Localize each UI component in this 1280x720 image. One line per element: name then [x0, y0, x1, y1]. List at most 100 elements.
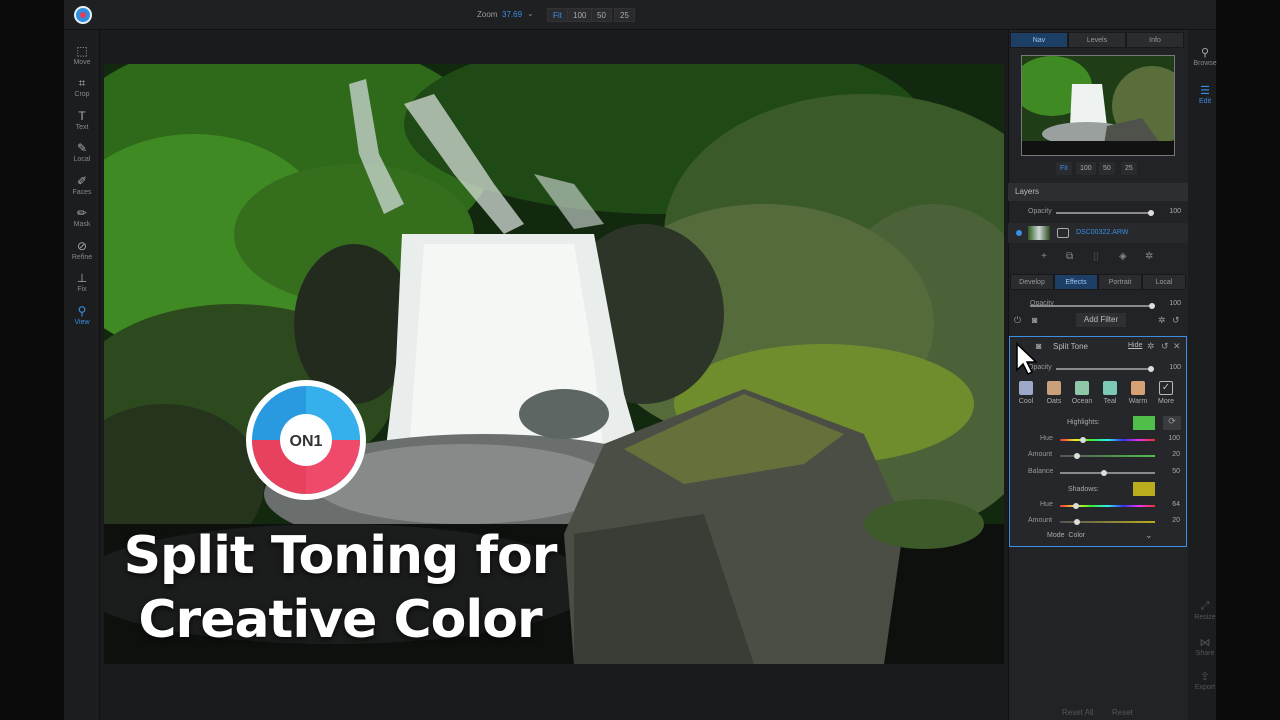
tool-local[interactable]: ✎ Local	[64, 141, 100, 163]
effects-opacity-value[interactable]: 100	[1159, 300, 1181, 307]
layer-name[interactable]: DSC00322.ARW	[1076, 229, 1128, 236]
zoom-25-button[interactable]: 25	[614, 8, 635, 22]
tool-fix[interactable]: ⊥ Fix	[64, 271, 100, 293]
split-tone-settings-icon[interactable]: ✲	[1147, 341, 1155, 352]
power-icon[interactable]: ⏻	[1014, 315, 1021, 326]
tool-faces[interactable]: ✐ Faces	[64, 174, 100, 196]
preset-label: More	[1158, 398, 1174, 405]
nav-zoom-50[interactable]: 50	[1099, 162, 1115, 175]
duplicate-layer-icon[interactable]: ⧉	[1066, 251, 1073, 262]
tool-label: Crop	[74, 91, 90, 98]
zoom-100-button[interactable]: 100	[567, 8, 593, 22]
tool-refine[interactable]: ⊘ Refine	[64, 239, 100, 261]
tab-portrait[interactable]: Portrait	[1098, 274, 1142, 290]
zoom-fit-button[interactable]: Fit	[547, 8, 568, 22]
balance-value[interactable]: 50	[1158, 468, 1180, 475]
split-opacity-value[interactable]: 100	[1159, 364, 1181, 371]
split-opacity-slider[interactable]	[1056, 368, 1151, 370]
effects-opacity-knob[interactable]	[1149, 303, 1155, 309]
stack-layers-icon[interactable]: ◈	[1119, 251, 1127, 262]
layer-mask-icon[interactable]	[1057, 228, 1069, 238]
filter-reset-icon[interactable]: ↺	[1172, 315, 1180, 326]
balance-slider[interactable]	[1060, 472, 1155, 474]
highlight-amount-knob[interactable]	[1074, 453, 1080, 459]
faces-icon: ✐	[76, 174, 88, 188]
on1-app-icon[interactable]	[74, 6, 92, 24]
highlight-hue-label: Hue	[1040, 435, 1053, 442]
nav-zoom-100[interactable]: 100	[1076, 162, 1096, 175]
tab-levels[interactable]: Levels	[1068, 32, 1126, 48]
tool-crop[interactable]: ⌗ Crop	[64, 76, 100, 98]
module-browse[interactable]: ⚲ Browse	[1188, 46, 1222, 67]
chevron-down-icon[interactable]: ⌄	[1145, 530, 1153, 541]
layer-visibility-dot[interactable]	[1016, 230, 1022, 236]
tab-effects[interactable]: Effects	[1054, 274, 1098, 290]
module-edit[interactable]: ☰ Edit	[1188, 84, 1222, 105]
shadow-hue-value[interactable]: 64	[1158, 501, 1180, 508]
tool-view[interactable]: ⚲ View	[64, 304, 100, 326]
shadow-amount-value[interactable]: 20	[1158, 517, 1180, 524]
highlight-amount-value[interactable]: 20	[1158, 451, 1180, 458]
preset-swatch	[1075, 381, 1089, 395]
add-filter-button[interactable]: Add Filter	[1076, 313, 1126, 327]
nav-zoom-25[interactable]: 25	[1121, 162, 1137, 175]
more-presets-icon: ✓	[1159, 381, 1173, 395]
tool-label: Refine	[71, 254, 93, 261]
delete-layer-icon[interactable]: ▯	[1093, 251, 1099, 262]
preset-ocean[interactable]: Ocean	[1070, 381, 1094, 405]
tab-develop[interactable]: Develop	[1010, 274, 1054, 290]
highlight-hue-slider[interactable]	[1060, 439, 1155, 441]
preset-label: Warm	[1128, 398, 1148, 405]
reset-all-button[interactable]: Reset All	[1062, 708, 1094, 717]
navigator-thumbnail[interactable]	[1021, 55, 1175, 156]
preset-label: Oats	[1046, 398, 1062, 405]
balance-knob[interactable]	[1101, 470, 1107, 476]
preset-warm[interactable]: Warm	[1126, 381, 1150, 405]
hide-button[interactable]: Hide	[1128, 342, 1142, 349]
highlight-amount-label: Amount	[1028, 451, 1053, 458]
preset-oats[interactable]: Oats	[1042, 381, 1066, 405]
split-opacity-knob[interactable]	[1148, 366, 1154, 372]
tab-info[interactable]: Info	[1126, 32, 1184, 48]
effects-opacity-slider[interactable]	[1030, 305, 1152, 307]
add-layer-icon[interactable]: +	[1041, 251, 1047, 262]
zoom-value[interactable]: 37.69	[502, 10, 522, 19]
preset-teal[interactable]: Teal	[1098, 381, 1122, 405]
reset-button[interactable]: Reset	[1112, 708, 1133, 717]
mode-select[interactable]: Mode Color	[1047, 532, 1085, 539]
shadow-amount-label: Amount	[1028, 517, 1053, 524]
tab-nav[interactable]: Nav	[1010, 32, 1068, 48]
zoom-50-button[interactable]: 50	[591, 8, 612, 22]
preset-label: Ocean	[1071, 398, 1093, 405]
tool-mask[interactable]: ✏ Mask	[64, 206, 100, 228]
tool-move[interactable]: ⬚ Move	[64, 44, 100, 66]
module-share[interactable]: ⋈ Share	[1188, 636, 1222, 657]
shadow-amount-knob[interactable]	[1074, 519, 1080, 525]
mask-toggle-icon[interactable]: ◙	[1032, 315, 1037, 325]
split-tone-reset-icon[interactable]: ↺	[1161, 341, 1169, 352]
tool-text[interactable]: T Text	[64, 109, 100, 131]
shadow-hue-knob[interactable]	[1073, 503, 1079, 509]
layer-settings-icon[interactable]: ✲	[1145, 251, 1153, 262]
highlights-color-chip[interactable]	[1133, 416, 1155, 430]
layer-opacity-value[interactable]: 100	[1159, 208, 1181, 215]
preset-cool[interactable]: Cool	[1014, 381, 1038, 405]
tool-label: Text	[75, 124, 89, 131]
nav-zoom-fit[interactable]: Fit	[1056, 162, 1072, 175]
module-resize[interactable]: ⤢ Resize	[1188, 600, 1222, 621]
filter-settings-icon[interactable]: ✲	[1158, 315, 1166, 326]
tab-local[interactable]: Local	[1142, 274, 1186, 290]
layer-opacity-knob[interactable]	[1148, 210, 1154, 216]
highlight-hue-value[interactable]: 100	[1158, 435, 1180, 442]
module-export[interactable]: ⇪ Export	[1188, 670, 1222, 691]
swap-colors-icon[interactable]: ⟳	[1163, 416, 1181, 430]
preset-more[interactable]: ✓ More	[1154, 381, 1178, 405]
preset-swatch	[1131, 381, 1145, 395]
highlight-hue-knob[interactable]	[1080, 437, 1086, 443]
mode-value: Color	[1068, 532, 1086, 539]
split-tone-close-icon[interactable]: ✕	[1173, 341, 1181, 352]
shadows-color-chip[interactable]	[1133, 482, 1155, 496]
layer-opacity-slider[interactable]	[1056, 212, 1151, 214]
preset-swatch	[1019, 381, 1033, 395]
zoom-dropdown-icon[interactable]: ⌄	[527, 9, 534, 18]
